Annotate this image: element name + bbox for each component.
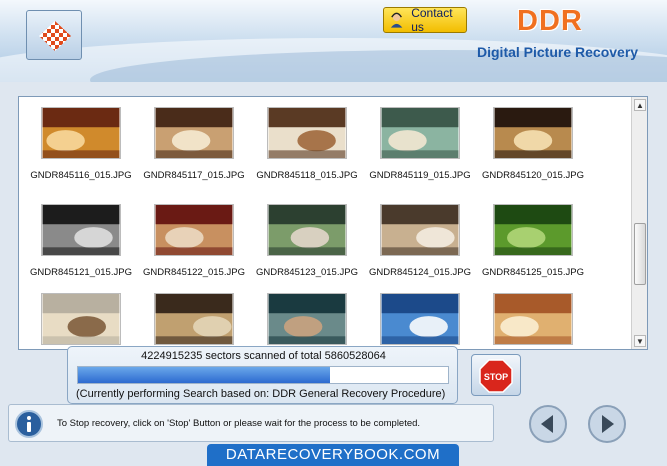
file-thumbnail-item[interactable]: GNDR845117_015.JPG xyxy=(138,107,250,181)
status-message: To Stop recovery, click on 'Stop' Button… xyxy=(57,418,421,429)
file-thumbnail-item[interactable]: GNDR845124_015.JPG xyxy=(364,204,476,278)
file-thumbnail-item[interactable]: GNDR845123_015.JPG xyxy=(251,204,363,278)
file-name-label: GNDR845119_015.JPG xyxy=(369,170,471,181)
app-subtitle: Digital Picture Recovery xyxy=(477,44,639,60)
sectors-scanned-text: 4224915235 sectors scanned of total 5860… xyxy=(141,350,386,362)
file-name-label: GNDR845117_015.JPG xyxy=(143,170,245,181)
photo-thumbnail-icon xyxy=(267,107,347,159)
file-name-label: GNDR845124_015.JPG xyxy=(369,267,471,278)
scan-progress-box: 4224915235 sectors scanned of total 5860… xyxy=(67,346,458,404)
photo-thumbnail-icon xyxy=(380,293,460,345)
file-thumbnail-item[interactable]: GNDR845125_015.JPG xyxy=(477,204,589,278)
photo-thumbnail-icon xyxy=(267,293,347,345)
stop-button[interactable]: STOP xyxy=(471,354,521,396)
file-thumbnail-item[interactable]: GNDR845121_015.JPG xyxy=(25,204,137,278)
file-name-label: GNDR845116_015.JPG xyxy=(30,170,132,181)
checker-logo-icon xyxy=(39,21,71,51)
next-button[interactable] xyxy=(587,404,627,444)
stop-sign-icon: STOP xyxy=(479,359,513,393)
back-button[interactable] xyxy=(528,404,568,444)
contact-us-button[interactable]: Contact us xyxy=(383,6,467,34)
scrollbar-thumb[interactable] xyxy=(634,223,646,285)
photo-thumbnail-icon xyxy=(154,204,234,256)
file-thumbnail-item[interactable] xyxy=(364,293,476,349)
photo-thumbnail-icon xyxy=(493,107,573,159)
info-icon xyxy=(15,410,43,438)
progress-bar-fill xyxy=(78,367,330,383)
file-thumbnail-item[interactable]: GNDR845122_015.JPG xyxy=(138,204,250,278)
vertical-scrollbar[interactable]: ▲ ▼ xyxy=(631,97,647,349)
file-thumbnail-item[interactable] xyxy=(138,293,250,349)
scroll-down-icon[interactable]: ▼ xyxy=(634,335,646,347)
status-bar: To Stop recovery, click on 'Stop' Button… xyxy=(8,404,494,442)
support-agent-icon xyxy=(390,12,403,28)
photo-thumbnail-icon xyxy=(154,107,234,159)
photo-thumbnail-icon xyxy=(41,204,121,256)
progress-bar xyxy=(77,366,449,384)
file-thumbnail-item[interactable]: GNDR845120_015.JPG xyxy=(477,107,589,181)
file-thumbnail-item[interactable]: GNDR845119_015.JPG xyxy=(364,107,476,181)
file-name-label: GNDR845125_015.JPG xyxy=(482,267,584,278)
app-window: Contact us DDR Digital Picture Recovery … xyxy=(0,0,667,466)
photo-thumbnail-icon xyxy=(154,293,234,345)
photo-thumbnail-icon xyxy=(380,107,460,159)
scroll-up-icon[interactable]: ▲ xyxy=(634,99,646,111)
photo-thumbnail-icon xyxy=(380,204,460,256)
file-thumbnail-item[interactable] xyxy=(251,293,363,349)
recovered-files-panel: GNDR845116_015.JPG GNDR845117_015.JPG GNDR… xyxy=(18,96,648,350)
app-logo xyxy=(26,10,82,60)
header-banner: Contact us DDR Digital Picture Recovery xyxy=(0,0,667,82)
contact-us-label: Contact us xyxy=(411,6,453,34)
file-name-label: GNDR845118_015.JPG xyxy=(256,170,358,181)
photo-thumbnail-icon xyxy=(267,204,347,256)
file-thumbnail-item[interactable]: GNDR845116_015.JPG xyxy=(25,107,137,181)
brand-logo-text: DDR xyxy=(517,5,583,37)
photo-thumbnail-icon xyxy=(493,204,573,256)
photo-thumbnail-icon xyxy=(41,293,121,345)
watermark-banner: DATARECOVERYBOOK.COM xyxy=(207,444,459,466)
thumbnail-grid: GNDR845116_015.JPG GNDR845117_015.JPG GNDR… xyxy=(19,97,631,349)
file-thumbnail-item[interactable] xyxy=(25,293,137,349)
file-name-label: GNDR845121_015.JPG xyxy=(30,267,132,278)
file-name-label: GNDR845122_015.JPG xyxy=(143,267,245,278)
file-thumbnail-item[interactable]: GNDR845118_015.JPG xyxy=(251,107,363,181)
svg-text:STOP: STOP xyxy=(484,372,508,382)
photo-thumbnail-icon xyxy=(41,107,121,159)
file-thumbnail-item[interactable] xyxy=(477,293,589,349)
file-name-label: GNDR845120_015.JPG xyxy=(482,170,584,181)
file-name-label: GNDR845123_015.JPG xyxy=(256,267,358,278)
recovery-method-text: (Currently performing Search based on: D… xyxy=(76,388,446,400)
photo-thumbnail-icon xyxy=(493,293,573,345)
